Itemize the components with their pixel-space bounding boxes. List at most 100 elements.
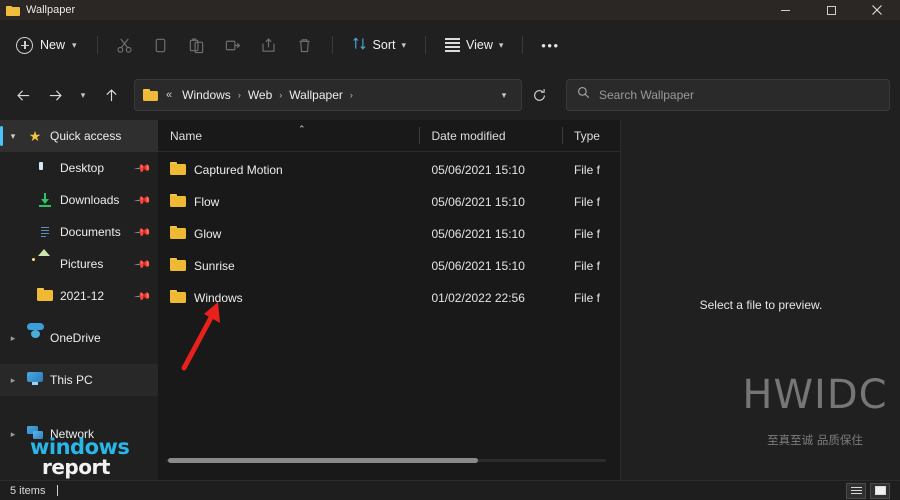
close-button[interactable] [854,0,900,20]
column-header-label: Name [170,128,203,143]
cut-icon[interactable] [108,30,142,60]
address-bar[interactable]: « Windows › Web › Wallpaper › ▾ [134,79,522,111]
file-name-cell: Glow [158,226,419,242]
chevron-down-icon[interactable]: ▾ [6,131,20,142]
delete-icon[interactable] [288,30,322,60]
breadcrumb-item-web[interactable]: Web [244,86,276,104]
file-date-cell: 01/02/2022 22:56 [431,291,525,305]
view-button-label: View [466,38,493,52]
breadcrumb-item-wallpaper[interactable]: Wallpaper [285,86,347,104]
pin-icon[interactable]: 📌 [134,287,153,305]
ellipsis-icon: ••• [541,37,560,53]
chevron-right-icon[interactable]: ▸ [6,429,20,440]
column-header-name[interactable]: Name ⌃ [158,120,419,152]
sidebar-item-this-pc[interactable]: ▸ This PC [0,364,158,396]
breadcrumb-separator[interactable]: › [278,90,283,100]
sidebar-item-quick-access[interactable]: ▾ ★ Quick access [0,120,158,152]
refresh-button[interactable] [524,82,554,108]
file-name: Sunrise [194,259,235,273]
copy-icon[interactable] [144,30,178,60]
folder-icon [170,162,186,178]
share-icon[interactable] [252,30,286,60]
sidebar-item-label: Downloads [60,193,120,207]
view-button[interactable]: View ▾ [436,30,512,60]
column-header-date-modified[interactable]: Date modified [419,120,561,152]
sidebar-item-documents[interactable]: Documents 📌 [0,216,158,248]
hwidc-watermark-subtitle: 至真至诚 品质保住 [767,433,863,447]
pin-icon[interactable]: 📌 [134,223,153,241]
sidebar-item-pictures[interactable]: Pictures 📌 [0,248,158,280]
new-button[interactable]: New ▾ [10,30,87,60]
column-header-type[interactable]: Type [561,120,620,152]
horizontal-scrollbar[interactable] [166,456,606,466]
scrollbar-thumb[interactable] [168,458,478,463]
folder-icon [170,258,186,274]
chevron-right-icon[interactable]: ▸ [6,375,20,386]
file-type-cell: File f [573,227,600,241]
breadcrumb-overflow[interactable]: « [164,89,174,101]
sort-button[interactable]: Sort ▾ [343,30,415,60]
sort-ascending-icon: ⌃ [298,123,306,134]
sidebar-item-onedrive[interactable]: ▸ OneDrive [0,322,158,354]
navigation-bar: ▾ « Windows › Web › Wallpaper › ▾ Search… [0,70,900,120]
plus-circle-icon [16,36,33,54]
chevron-down-icon: ▾ [501,89,507,100]
sidebar-item-desktop[interactable]: Desktop 📌 [0,152,158,184]
sort-arrows-icon [352,36,367,54]
forward-button[interactable] [40,80,70,110]
breadcrumb-item-windows[interactable]: Windows [178,86,235,104]
status-bar: 5 items [0,480,900,500]
column-header-label: Date modified [431,128,506,143]
more-options-button[interactable]: ••• [533,30,567,60]
table-row[interactable]: Sunrise 05/06/2021 15:10 File f [158,250,620,282]
table-row[interactable]: Windows 01/02/2022 22:56 File f [158,282,620,314]
file-type-cell: File f [573,291,600,305]
sidebar-item-downloads[interactable]: Downloads 📌 [0,184,158,216]
file-name-cell: Windows [158,290,419,306]
folder-icon [170,226,186,242]
paste-icon[interactable] [180,30,214,60]
table-row[interactable]: Captured Motion 05/06/2021 15:10 File f [158,154,620,186]
file-rows: Captured Motion 05/06/2021 15:10 File f … [158,152,620,314]
view-toggle-group [846,482,890,499]
pin-icon[interactable]: 📌 [134,191,153,209]
pin-icon[interactable]: 📌 [134,159,153,177]
recent-locations-button[interactable]: ▾ [72,80,94,110]
maximize-button[interactable] [808,0,854,20]
address-dropdown-button[interactable]: ▾ [491,82,517,108]
file-name: Windows [194,291,243,305]
search-input[interactable]: Search Wallpaper [599,88,694,102]
minimize-button[interactable] [762,0,808,20]
large-icons-view-icon[interactable] [870,482,890,499]
chevron-right-icon[interactable]: ▸ [6,333,20,344]
up-button[interactable] [96,80,126,110]
search-box[interactable]: Search Wallpaper [566,79,890,111]
file-name: Flow [194,195,220,209]
sidebar-item-2021-12[interactable]: 2021-12 📌 [0,280,158,312]
navigation-pane: ▾ ★ Quick access Desktop 📌 Downloads 📌 D… [0,120,158,480]
preview-message: Select a file to preview. [699,298,823,312]
desktop-icon [37,160,53,176]
command-bar: New ▾ Sort ▾ View ▾ ••• [0,20,900,70]
table-row[interactable]: Flow 05/06/2021 15:10 File f [158,186,620,218]
pin-icon[interactable]: 📌 [134,255,153,273]
file-date-cell: 05/06/2021 15:10 [431,163,525,177]
folder-icon [37,288,53,304]
details-view-icon[interactable] [846,482,866,499]
folder-tab[interactable]: Wallpaper [0,4,75,16]
sidebar-item-label: OneDrive [50,331,101,345]
file-date-cell: 05/06/2021 15:10 [431,227,525,241]
breadcrumb-separator[interactable]: › [237,90,242,100]
rename-icon[interactable] [216,30,250,60]
file-explorer-window: Wallpaper New ▾ Sort ▾ View ▾ ••• ▾ « Wi… [0,0,900,500]
table-row[interactable]: Glow 05/06/2021 15:10 File f [158,218,620,250]
breadcrumb-separator[interactable]: › [349,90,354,100]
file-name-cell: Flow [158,194,419,210]
file-name: Glow [194,227,222,241]
back-button[interactable] [8,80,38,110]
chevron-down-icon: ▾ [401,39,407,50]
file-date-cell: 05/06/2021 15:10 [431,259,525,273]
folder-icon [143,89,158,101]
